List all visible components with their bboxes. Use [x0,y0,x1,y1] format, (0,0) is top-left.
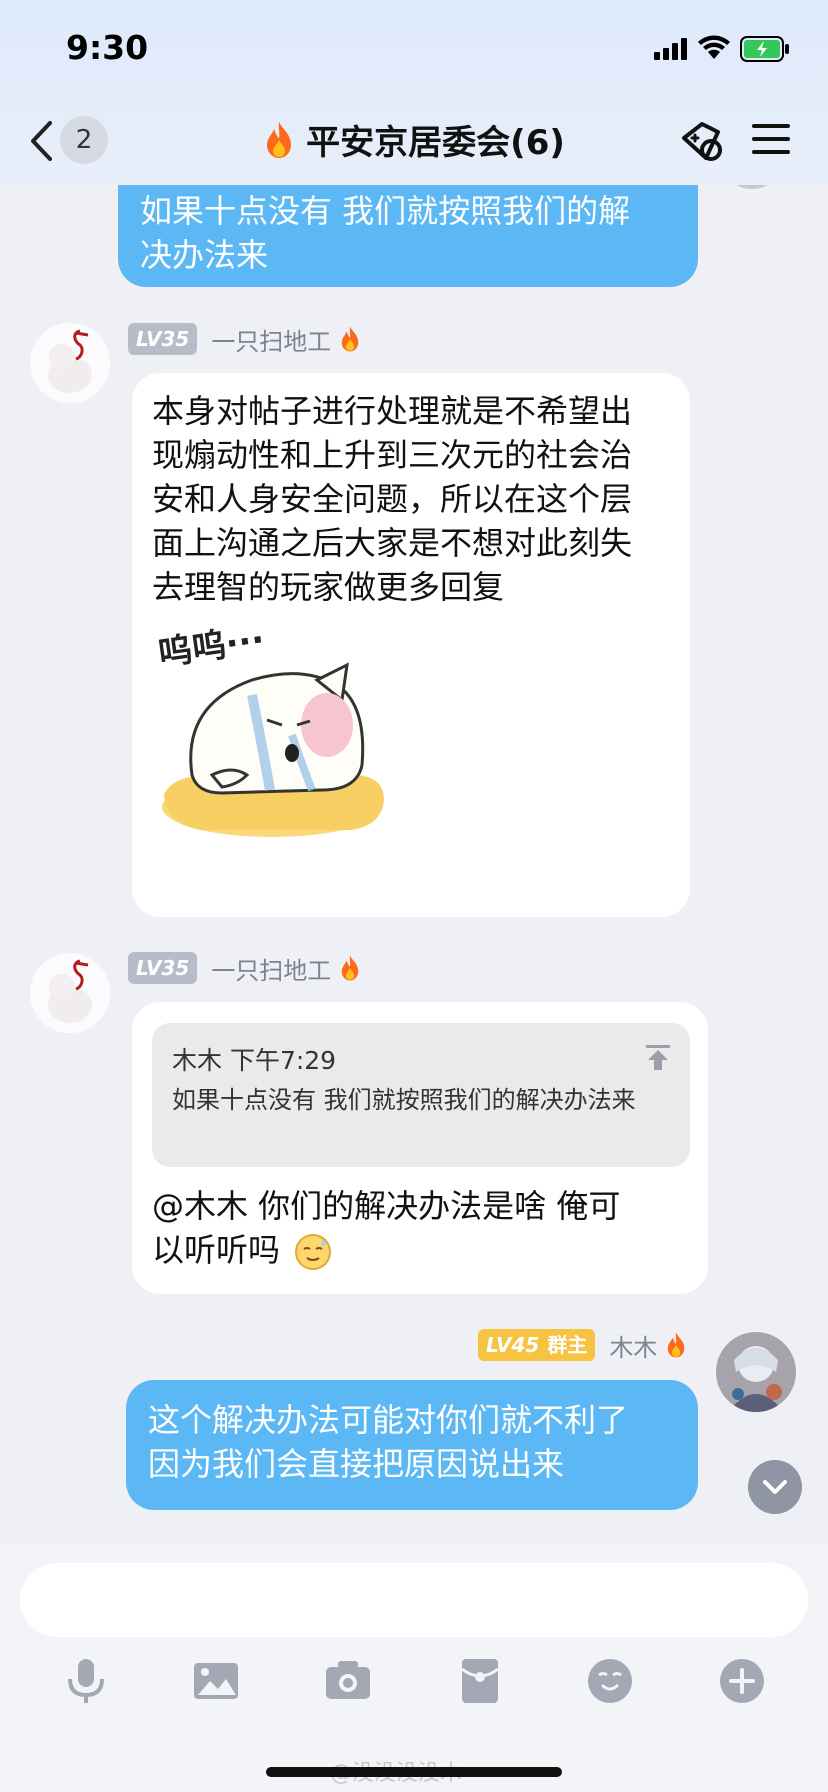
cat-sticker[interactable]: 呜呜··· [152,620,402,875]
level-badge: LV45 群主 [478,1329,596,1361]
avatar-image [30,953,110,1033]
red-packet-icon[interactable] [454,1655,506,1707]
avatar-image [716,1332,796,1412]
avatar-image [30,323,110,403]
sender-meta: LV45 群主 木木 [478,1328,687,1362]
fire-icon [267,121,292,158]
fire-icon [668,1332,685,1358]
level-label: LV45 [486,1333,540,1357]
message-input[interactable] [20,1563,808,1637]
sender-nickname[interactable]: 一只扫地工 [211,951,331,986]
status-bar: 9:30 [0,0,828,100]
owner-tag: 群主 [547,1333,588,1357]
chat-title[interactable]: 平安京居委会(6) [306,115,565,164]
emoji-icon[interactable] [584,1655,636,1707]
message-line: 因为我们会直接把原因说出来 [148,1445,565,1483]
camera-icon[interactable] [322,1655,374,1707]
jump-to-top-icon[interactable] [644,1043,672,1071]
sender-meta: LV35 一只扫地工 [128,322,361,356]
message-line: 决办法来 [140,236,269,274]
message-line: @木木 你们的解决办法是啥 俺可 [152,1187,621,1225]
crying-cat-icon [162,662,384,837]
avatar[interactable] [716,1332,796,1412]
avatar[interactable] [30,323,110,403]
sender-meta: LV35 一只扫地工 [128,951,361,985]
plus-icon[interactable] [716,1655,768,1707]
message-bubble-outgoing[interactable]: 如果十点没有 我们就按照我们的解 决办法来 [118,180,698,287]
game-controller-icon[interactable] [678,118,726,164]
sweat-smile-emoji-icon [295,1234,332,1270]
message-bubble-outgoing[interactable]: 这个解决办法可能对你们就不利了 因为我们会直接把原因说出来 [126,1380,698,1510]
message-line-with-emoji: 以听听吗 [152,1228,692,1272]
scroll-to-bottom-button[interactable] [748,1460,802,1514]
level-badge: LV35 [128,323,198,355]
avatar[interactable] [30,953,110,1033]
cellular-signal-icon [654,38,687,60]
chevron-down-icon [763,1480,787,1494]
sender-nickname[interactable]: 木木 [609,1328,657,1363]
message-line: 以听听吗 [152,1231,281,1269]
battery-icon [740,36,789,62]
menu-icon[interactable] [752,122,790,156]
message-line: 去理智的玩家做更多回复 [152,568,505,606]
message-text: @木木 你们的解决办法是啥 俺可 以听听吗 [152,1184,692,1272]
input-area: @没没没没木 [0,1545,828,1792]
image-icon[interactable] [190,1655,242,1707]
sender-nickname[interactable]: 一只扫地工 [211,322,331,357]
message-line: 面上沟通之后大家是不想对此刻失 [152,524,633,562]
wifi-icon [698,35,730,59]
status-time: 9:30 [66,28,149,67]
message-line: 安和人身安全问题，所以在这个层 [152,480,633,518]
microphone-icon[interactable] [60,1655,112,1707]
quote-text: 如果十点没有 我们就按照我们的解决办法来 [172,1086,636,1114]
message-line: 现煽动性和上升到三次元的社会治 [152,436,633,474]
level-badge: LV35 [128,952,198,984]
message-line: 这个解决办法可能对你们就不利了 [148,1401,629,1439]
message-bubble-incoming[interactable]: 本身对帖子进行处理就是不希望出 现煽动性和上升到三次元的社会治 安和人身安全问题… [132,373,690,917]
fire-icon [342,326,359,352]
quoted-message[interactable]: 木木 下午7:29 如果十点没有 我们就按照我们的解决办法来 [152,1023,690,1167]
fire-icon [342,955,359,981]
quote-author-time: 木木 下午7:29 [172,1046,337,1075]
home-indicator[interactable] [266,1767,562,1777]
message-line: 本身对帖子进行处理就是不希望出 [152,392,633,430]
message-line: 如果十点没有 我们就按照我们的解 [140,192,631,230]
